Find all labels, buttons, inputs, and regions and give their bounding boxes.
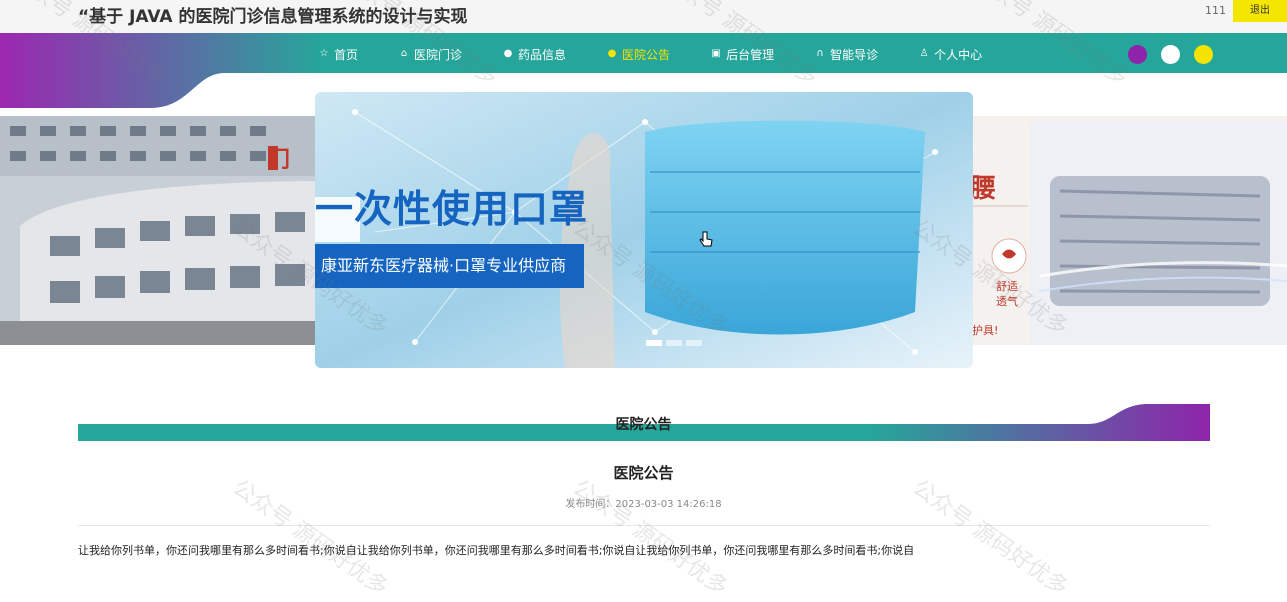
right-slide-line-2: 透气 — [996, 295, 1018, 308]
nav-item-admin[interactable]: ▣ 后台管理 — [710, 46, 774, 63]
theme-dot-white[interactable] — [1161, 45, 1180, 64]
nav-item-label: 药品信息 — [518, 47, 567, 62]
nav-item-label: 智能导诊 — [830, 47, 879, 62]
article-date: 发布时间：2023-03-03 14:26:18 — [565, 499, 722, 510]
nav-item-label: 个人中心 — [934, 47, 983, 62]
theme-dot-yellow[interactable] — [1194, 45, 1213, 64]
watermark: 公众号 源码好优多 — [567, 475, 733, 601]
admin-icon: ▣ — [711, 48, 721, 59]
nav-item-label: 医院门诊 — [414, 47, 463, 62]
hand-cursor-icon — [699, 231, 713, 247]
carousel-slide-right[interactable]: 腰 舒适 透气 护具! — [960, 116, 1287, 345]
watermark: 公众号 源码好优多 — [907, 475, 1073, 601]
nav-item-label: 后台管理 — [726, 47, 775, 62]
main-nav: ☆ 首页 ⌂ 医院门诊 ● 药品信息 ● 医院公告 ▣ 后台管理 ∩ 智能导诊 … — [318, 46, 1022, 62]
carousel-slide-active[interactable]: 一次性使用口罩 康亚新东医疗器械·口罩专业供应商 — [315, 92, 973, 368]
nav-item-home[interactable]: ☆ 首页 — [318, 46, 359, 63]
announcement-icon: ● — [607, 48, 617, 59]
star-icon: ☆ — [319, 48, 329, 59]
theme-dot-purple[interactable] — [1128, 45, 1147, 64]
carousel-indicator[interactable] — [686, 340, 702, 346]
divider — [78, 525, 1210, 526]
carousel-slide-left[interactable]: 门 — [0, 116, 330, 345]
carousel-indicator[interactable] — [666, 340, 682, 346]
slide-subtitle: 康亚新东医疗器械·口罩专业供应商 — [315, 244, 584, 288]
article-title: 医院公告 — [613, 464, 674, 482]
logout-button[interactable]: 退出 — [1233, 0, 1287, 22]
home-icon: ⌂ — [400, 48, 408, 59]
section-title: 医院公告 — [615, 417, 672, 433]
nav-item-profile[interactable]: ♙ 个人中心 — [918, 46, 983, 63]
nav-item-drugs[interactable]: ● 药品信息 — [502, 46, 566, 63]
top-bar: “基于 JAVA 的医院门诊信息管理系统的设计与实现 111 退出 — [0, 0, 1287, 33]
waist-belt-image — [960, 116, 1287, 345]
pill-icon: ● — [503, 48, 513, 59]
site-title: “基于 JAVA 的医院门诊信息管理系统的设计与实现 — [78, 7, 468, 27]
article-body: 让我给你列书单，你还问我哪里有那么多时间看书;你说自让我给你列书单，你还问我哪里… — [78, 544, 915, 557]
carousel-indicators — [646, 340, 702, 346]
left-slide-sign: 门 — [268, 148, 291, 173]
nav-item-label: 医院公告 — [622, 47, 671, 62]
nav-item-label: 首页 — [334, 47, 359, 62]
nav-item-announcements[interactable]: ● 医院公告 — [606, 46, 670, 63]
headset-icon: ∩ — [816, 48, 824, 59]
carousel-indicator[interactable] — [646, 340, 662, 346]
nav-item-guide[interactable]: ∩ 智能导诊 — [814, 46, 878, 63]
right-slide-heading: 腰 — [970, 174, 997, 204]
user-icon: ♙ — [919, 48, 929, 59]
nav-item-clinic[interactable]: ⌂ 医院门诊 — [398, 46, 462, 63]
slide-heading: 一次性使用口罩 — [315, 187, 589, 231]
watermark: 公众号 源码好优多 — [227, 475, 393, 601]
username-label: 111 — [1205, 4, 1226, 17]
right-slide-line-1: 舒适 — [996, 280, 1018, 293]
right-slide-line-3: 护具! — [972, 324, 999, 337]
